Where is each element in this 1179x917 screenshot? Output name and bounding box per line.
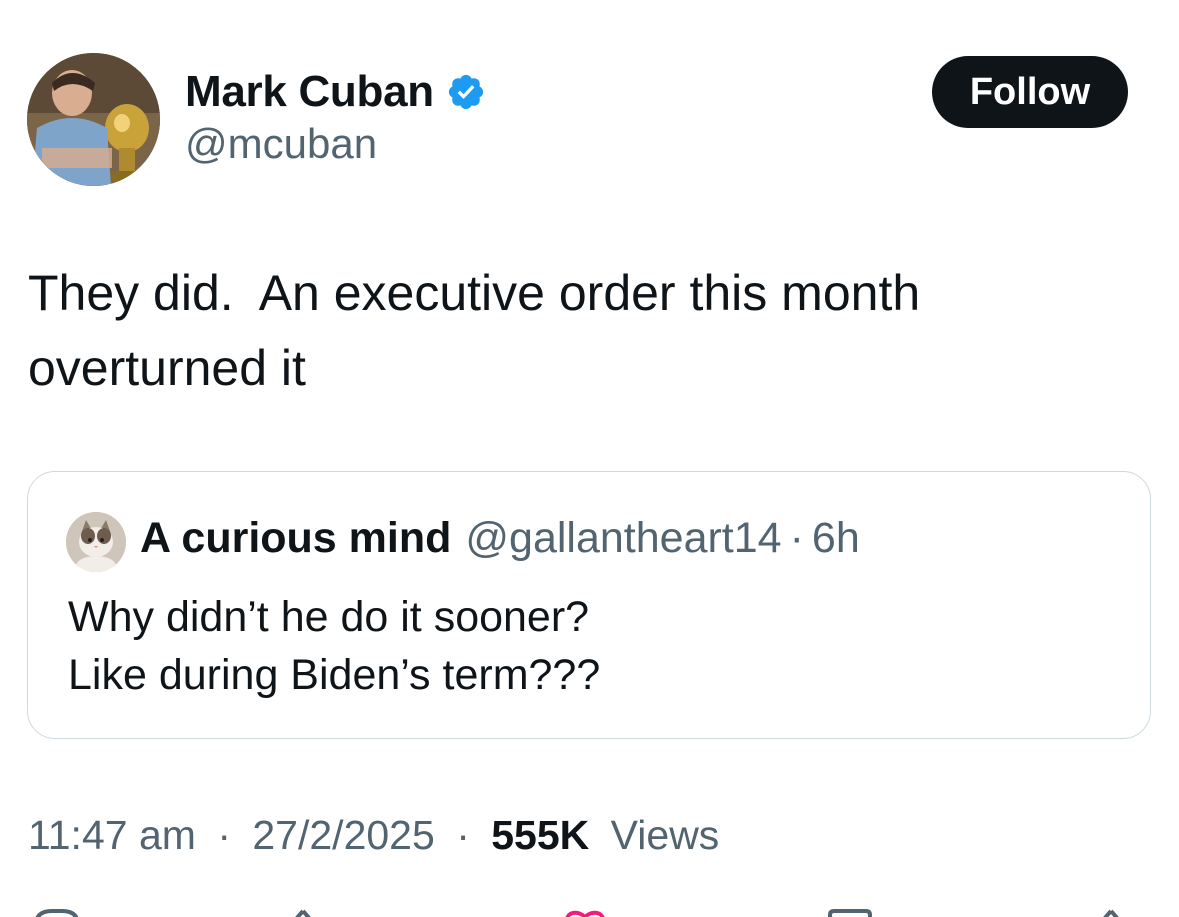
- quoted-separator: ·: [789, 514, 804, 562]
- cat-photo-image: [66, 512, 126, 572]
- repost-icon[interactable]: [288, 907, 318, 917]
- bookmark-icon[interactable]: [826, 907, 876, 917]
- quoted-tweet-age: 6h: [811, 514, 860, 562]
- tweet-meta-row: 11:47 am · 27/2/2025 · 555K Views: [28, 812, 719, 859]
- verified-badge-icon: [446, 72, 486, 112]
- tweet-date[interactable]: 27/2/2025: [252, 812, 434, 858]
- quoted-tweet-text: Why didn’t he do it sooner? Like during …: [68, 593, 601, 699]
- reply-icon[interactable]: [32, 907, 82, 917]
- follow-button[interactable]: Follow: [932, 56, 1128, 128]
- quoted-author-name: A curious mind: [140, 514, 452, 562]
- tweet-text: They did. An executive order this month …: [28, 265, 921, 396]
- author-avatar[interactable]: [27, 53, 160, 186]
- tweet-time[interactable]: 11:47 am: [28, 812, 196, 858]
- quoted-tweet-header: A curious mind @gallantheart14 · 6h: [140, 514, 860, 563]
- share-icon[interactable]: [1096, 907, 1126, 917]
- author-handle[interactable]: @mcuban: [185, 120, 377, 168]
- like-icon[interactable]: [560, 907, 610, 917]
- author-name[interactable]: Mark Cuban: [185, 67, 434, 117]
- tweet-action-bar: [0, 905, 1179, 917]
- quoted-author-avatar: [66, 512, 126, 572]
- quoted-tweet-card[interactable]: A curious mind @gallantheart14 · 6h Why …: [27, 471, 1151, 739]
- meta-separator: ·: [217, 812, 231, 858]
- profile-photo-image: [27, 53, 160, 186]
- views-count: 555K: [491, 812, 590, 858]
- quoted-author-handle: @gallantheart14: [465, 514, 782, 562]
- author-name-row: Mark Cuban: [185, 64, 486, 120]
- views-label: Views: [610, 812, 720, 858]
- meta-separator: ·: [456, 812, 470, 858]
